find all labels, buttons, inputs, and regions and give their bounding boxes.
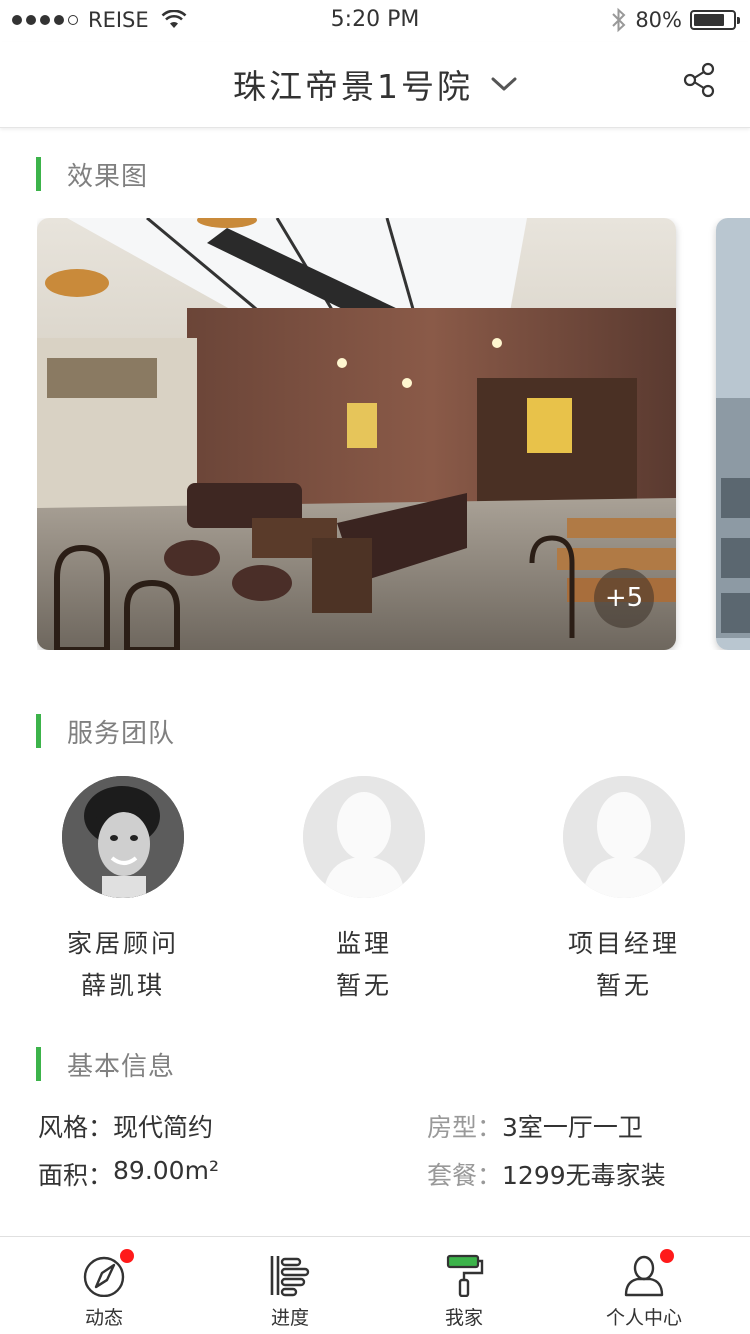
member-role: 家居顾问 bbox=[66, 929, 179, 958]
avatar bbox=[62, 776, 184, 898]
notification-badge bbox=[660, 1249, 674, 1263]
avatar bbox=[303, 776, 425, 898]
info-label: 风格： bbox=[38, 1113, 114, 1142]
info-layout: 房型： 3室一厅一卫 bbox=[427, 1108, 643, 1144]
avatar bbox=[563, 776, 685, 898]
section-effects: 效果图 bbox=[36, 157, 149, 192]
info-label: 面积： bbox=[38, 1161, 114, 1190]
default-avatar-icon bbox=[563, 776, 685, 898]
section-accent-bar bbox=[36, 157, 41, 191]
bottom-tab-bar: 动态 进度 我家 个人中心 bbox=[0, 1236, 750, 1334]
info-value: 现代简约 bbox=[113, 1113, 214, 1142]
bluetooth-icon bbox=[612, 7, 626, 33]
info-package: 套餐： 1299无毒家装 bbox=[427, 1156, 666, 1192]
member-role: 项目经理 bbox=[567, 929, 680, 958]
section-accent-bar bbox=[36, 1047, 41, 1081]
tab-progress[interactable]: 进度 bbox=[200, 1237, 380, 1334]
tab-label: 进度 bbox=[270, 1307, 309, 1329]
info-value: 1299无毒家装 bbox=[502, 1161, 666, 1190]
team-member[interactable]: 项目经理 暂无 bbox=[524, 776, 724, 1002]
info-label: 套餐： bbox=[427, 1161, 503, 1190]
battery-level bbox=[694, 14, 725, 26]
avatar-photo bbox=[62, 776, 184, 898]
notification-badge bbox=[120, 1249, 134, 1263]
user-icon bbox=[624, 1255, 664, 1297]
tab-icon-wrap bbox=[268, 1253, 312, 1297]
rendering-gallery[interactable]: +5 bbox=[37, 218, 750, 650]
team-member[interactable]: 家居顾问 薛凯琪 bbox=[23, 776, 223, 1002]
page-title: 珠江帝景1号院 bbox=[233, 67, 473, 106]
rendering-card[interactable]: +5 bbox=[37, 218, 676, 650]
member-role: 监理 bbox=[335, 929, 392, 958]
battery-icon bbox=[690, 10, 740, 30]
section-title: 服务团队 bbox=[67, 718, 176, 749]
section-basic-info: 基本信息 bbox=[36, 1047, 176, 1082]
share-icon bbox=[683, 62, 715, 98]
info-style: 风格： 现代简约 bbox=[38, 1108, 213, 1144]
nav-header: 珠江帝景1号院 bbox=[0, 42, 750, 128]
member-name: 暂无 bbox=[335, 971, 392, 1000]
info-value: 3室一厅一卫 bbox=[502, 1113, 643, 1142]
info-row: 风格： 现代简约 房型： 3室一厅一卫 bbox=[38, 1108, 718, 1156]
section-title: 效果图 bbox=[67, 161, 149, 192]
rendering-image bbox=[37, 218, 676, 650]
chevron-down-icon bbox=[491, 77, 517, 91]
progress-icon bbox=[270, 1256, 310, 1297]
rendering-image bbox=[716, 218, 750, 650]
info-label: 房型： bbox=[427, 1113, 503, 1142]
member-name: 暂无 bbox=[595, 971, 652, 1000]
info-area: 面积： 89.00m² bbox=[38, 1156, 219, 1192]
tab-icon-wrap bbox=[442, 1253, 486, 1298]
section-accent-bar bbox=[36, 714, 41, 748]
rendering-card-next[interactable] bbox=[716, 218, 750, 650]
tab-label: 动态 bbox=[84, 1307, 123, 1329]
tab-label: 我家 bbox=[444, 1307, 483, 1329]
more-photos-badge[interactable]: +5 bbox=[594, 568, 654, 628]
compass-icon bbox=[83, 1256, 125, 1298]
paint-roller-icon bbox=[446, 1254, 484, 1298]
tab-profile[interactable]: 个人中心 bbox=[554, 1237, 734, 1334]
section-team: 服务团队 bbox=[36, 714, 176, 749]
basic-info: 风格： 现代简约 房型： 3室一厅一卫 面积： 89.00m² 套餐： 1299… bbox=[38, 1108, 718, 1204]
tab-my-home[interactable]: 我家 bbox=[374, 1237, 554, 1334]
project-selector[interactable]: 珠江帝景1号院 bbox=[0, 60, 750, 108]
tab-feed[interactable]: 动态 bbox=[14, 1237, 194, 1334]
share-button[interactable] bbox=[682, 62, 716, 98]
default-avatar-icon bbox=[303, 776, 425, 898]
member-name: 薛凯琪 bbox=[80, 971, 165, 1000]
section-title: 基本信息 bbox=[67, 1051, 176, 1082]
tab-icon-wrap bbox=[622, 1249, 674, 1297]
info-row: 面积： 89.00m² 套餐： 1299无毒家装 bbox=[38, 1156, 718, 1204]
tab-label: 个人中心 bbox=[605, 1307, 682, 1329]
battery-percent: 80% bbox=[635, 8, 682, 32]
tab-icon-wrap bbox=[82, 1249, 134, 1298]
status-bar: REISE 5:20 PM 80% bbox=[0, 0, 750, 42]
service-team: 家居顾问 薛凯琪 监理 暂无 项目经理 暂无 bbox=[0, 776, 750, 1000]
team-member[interactable]: 监理 暂无 bbox=[264, 776, 464, 1002]
info-value: 89.00m² bbox=[113, 1156, 219, 1185]
